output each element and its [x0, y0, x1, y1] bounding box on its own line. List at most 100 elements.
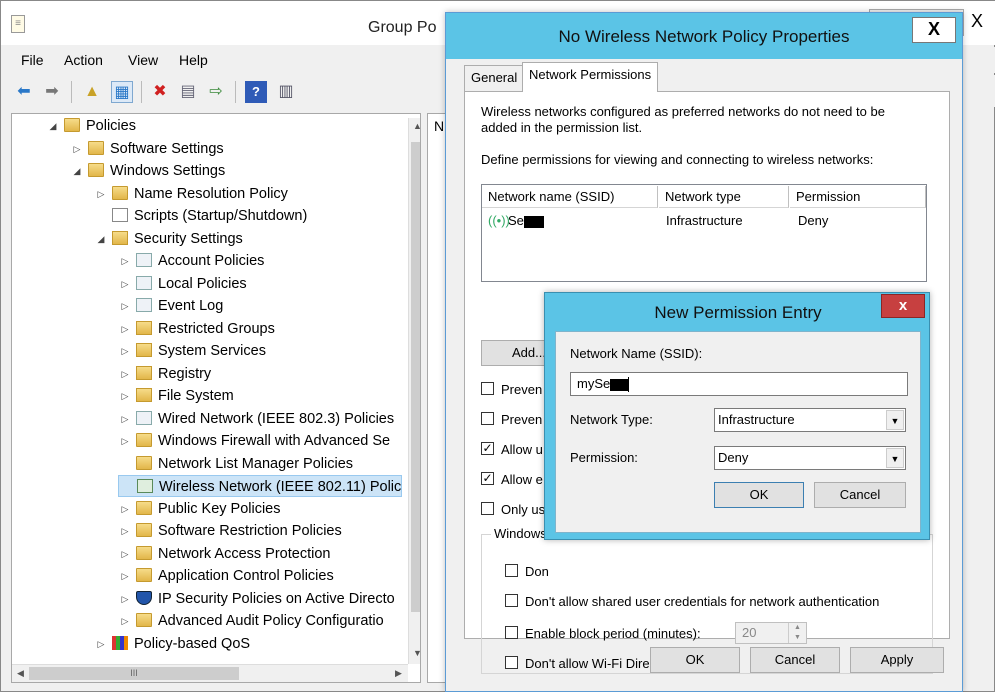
checkbox-allow-1[interactable]: ✓ [481, 442, 494, 455]
show-hide-tree-icon[interactable]: ▦ [111, 81, 133, 103]
checkbox-dont-allow-shared-credentials[interactable] [505, 594, 518, 607]
checkbox-label: Enable block period (minutes): [525, 626, 701, 641]
column-ssid[interactable]: Network name (SSID) [482, 186, 658, 208]
tree-node[interactable]: ▷ Advanced Audit Policy Configuratio [118, 610, 384, 632]
menu-file[interactable]: File [21, 52, 44, 68]
properties-close-button[interactable]: X [912, 17, 956, 43]
expand-toggle-icon[interactable]: ▷ [118, 565, 132, 587]
scroll-thumb[interactable] [411, 142, 420, 612]
expand-toggle-icon[interactable]: ▷ [118, 295, 132, 317]
expand-toggle-icon[interactable]: ▷ [118, 588, 132, 610]
expand-toggle-icon[interactable]: ▷ [118, 520, 132, 542]
tree-horizontal-scrollbar[interactable]: ◀ III ▶ [12, 664, 408, 682]
tree-node[interactable]: Wireless Network (IEEE 802.11) Polic [118, 475, 403, 497]
network-type-select[interactable]: Infrastructure ▼ [714, 408, 906, 432]
export-list-icon[interactable]: ⇨ [205, 81, 227, 103]
tree-node[interactable]: ▷ Name Resolution Policy [94, 183, 288, 205]
tree-node[interactable]: ▷ Account Policies [118, 250, 265, 272]
show-pane-icon[interactable]: ▥ [275, 81, 297, 103]
tree-node[interactable]: ▷ Event Log [118, 295, 224, 317]
menu-action[interactable]: Action [64, 52, 103, 68]
tree-node[interactable]: ▷ Software Settings [70, 138, 224, 160]
tree-node[interactable]: Scripts (Startup/Shutdown) [94, 205, 307, 227]
collapse-toggle-icon[interactable]: ◢ [94, 228, 108, 250]
tree-node[interactable]: ◢ Security Settings [94, 228, 243, 250]
expand-toggle-icon[interactable]: ▷ [118, 250, 132, 272]
expand-toggle-icon[interactable]: ▷ [70, 138, 84, 160]
tree-node[interactable]: ▷ IP Security Policies on Active Directo [118, 588, 395, 610]
expand-toggle-icon[interactable]: ▷ [118, 318, 132, 340]
ssid-input[interactable]: mySe [570, 372, 908, 396]
expand-toggle-icon[interactable]: ▷ [118, 363, 132, 385]
tree-node[interactable]: Network List Manager Policies [118, 453, 353, 475]
checkbox-only-use[interactable] [481, 502, 494, 515]
ok-button[interactable]: OK [714, 482, 804, 508]
expand-toggle-icon[interactable]: ▷ [118, 610, 132, 632]
scroll-right-icon[interactable]: ▶ [390, 665, 407, 682]
tab-general[interactable]: General [464, 65, 525, 91]
scroll-up-icon[interactable]: ▲ [409, 118, 420, 135]
menu-view[interactable]: View [128, 52, 158, 68]
checkbox-enable-block-period[interactable] [505, 626, 518, 639]
tree-node[interactable]: ◢ Policies [46, 115, 136, 137]
column-permission[interactable]: Permission [790, 186, 926, 208]
permissions-list[interactable]: Network name (SSID) Network type Permiss… [481, 184, 927, 282]
expand-toggle-icon[interactable]: ▷ [94, 183, 108, 205]
scroll-down-icon[interactable]: ▼ [409, 645, 420, 662]
block-period-stepper[interactable]: 20 ▲ ▼ [735, 622, 807, 644]
tree-node[interactable]: ▷ Wired Network (IEEE 802.3) Policies [118, 408, 395, 430]
tree-node[interactable]: ▷ Policy-based QoS [94, 633, 251, 655]
expand-toggle-icon[interactable]: ▷ [118, 273, 132, 295]
tree-node[interactable]: ▷ Local Policies [118, 273, 247, 295]
expand-toggle-icon[interactable]: ▷ [118, 385, 132, 407]
up-folder-icon[interactable]: ▲ [81, 81, 103, 103]
tree-vertical-scrollbar[interactable]: ▲ ▼ [408, 118, 420, 664]
tree-node[interactable]: ▷ Public Key Policies [118, 498, 281, 520]
checkbox-allow-2[interactable]: ✓ [481, 472, 494, 485]
tree-node[interactable]: ◢ Windows Settings [70, 160, 226, 182]
tree-node-label: Wireless Network (IEEE 802.11) Polic [159, 479, 402, 495]
checkbox-prevent-2[interactable] [481, 412, 494, 425]
tree-node[interactable]: ▷ Windows Firewall with Advanced Se [118, 430, 391, 452]
spin-down-icon[interactable]: ▼ [788, 633, 806, 643]
chevron-down-icon[interactable]: ▼ [886, 410, 904, 430]
expand-toggle-icon[interactable]: ▷ [94, 633, 108, 655]
cancel-button[interactable]: Cancel [814, 482, 906, 508]
collapse-toggle-icon[interactable]: ◢ [70, 160, 84, 182]
tree-node[interactable]: ▷ Registry [118, 363, 212, 385]
delete-icon[interactable]: ✖ [149, 81, 171, 103]
column-network-type[interactable]: Network type [659, 186, 789, 208]
tree-node[interactable]: ▷ Network Access Protection [118, 543, 331, 565]
checkbox-dont-1[interactable] [505, 564, 518, 577]
tab-network-permissions[interactable]: Network Permissions [522, 62, 659, 92]
help-icon[interactable]: ? [245, 81, 267, 103]
details-column-header[interactable]: N [434, 118, 444, 134]
apply-button[interactable]: Apply [850, 647, 944, 673]
spin-up-icon[interactable]: ▲ [788, 623, 806, 633]
expand-toggle-icon[interactable]: ▷ [118, 340, 132, 362]
tree-node[interactable]: ▷ File System [118, 385, 234, 407]
expand-toggle-icon[interactable]: ▷ [118, 408, 132, 430]
tree-node[interactable]: ▷ Software Restriction Policies [118, 520, 342, 542]
tree-node[interactable]: ▷ System Services [118, 340, 266, 362]
properties-icon[interactable]: ▤ [177, 81, 199, 103]
menu-help[interactable]: Help [179, 52, 208, 68]
scroll-left-icon[interactable]: ◀ [12, 665, 29, 682]
expand-toggle-icon[interactable]: ▷ [118, 543, 132, 565]
ok-button[interactable]: OK [650, 647, 740, 673]
tree-node[interactable]: ▷ Application Control Policies [118, 565, 334, 587]
expand-toggle-icon[interactable]: ▷ [118, 430, 132, 452]
back-arrow-icon[interactable]: ⬅ [13, 81, 35, 103]
checkbox-prevent-1[interactable] [481, 382, 494, 395]
chevron-down-icon[interactable]: ▼ [886, 448, 904, 468]
permission-select[interactable]: Deny ▼ [714, 446, 906, 470]
expand-toggle-icon[interactable]: ▷ [118, 498, 132, 520]
main-close-button[interactable]: X [959, 11, 995, 35]
scroll-thumb-horizontal[interactable]: III [29, 667, 239, 680]
collapse-toggle-icon[interactable]: ◢ [46, 115, 60, 137]
cancel-button[interactable]: Cancel [750, 647, 840, 673]
tree-node[interactable]: ▷ Restricted Groups [118, 318, 275, 340]
checkbox-dont-allow-wifi-direct[interactable] [505, 656, 518, 669]
forward-arrow-icon[interactable]: ➡ [41, 81, 63, 103]
new-permission-close-button[interactable]: x [881, 294, 925, 318]
